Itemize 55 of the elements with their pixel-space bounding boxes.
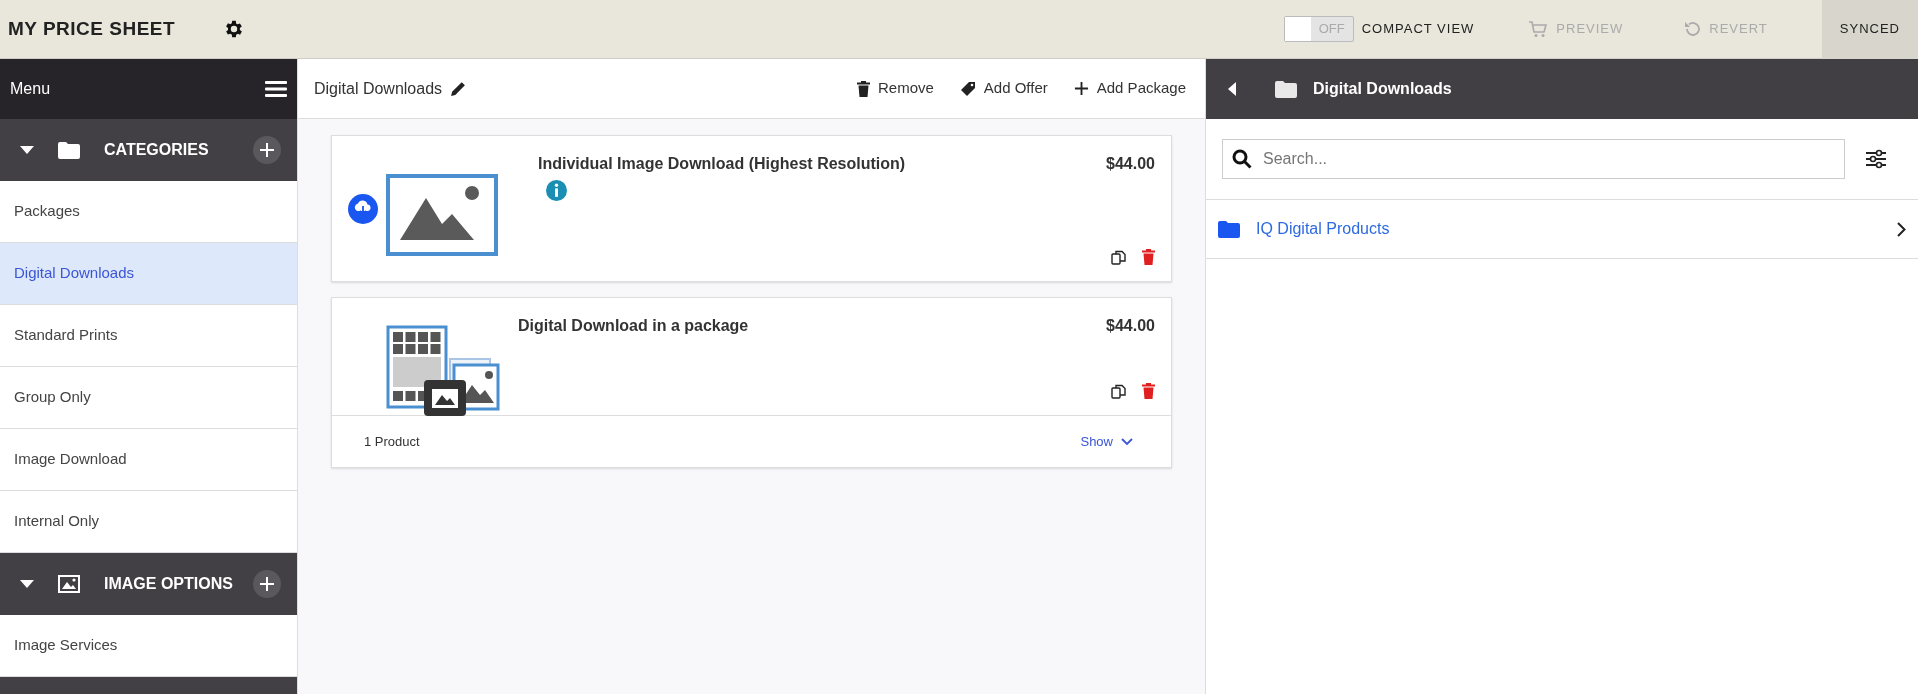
plus-icon	[259, 142, 275, 158]
caret-down-icon[interactable]	[20, 579, 34, 589]
trash-icon	[856, 80, 870, 97]
cart-icon	[1528, 20, 1549, 38]
folder-icon	[1218, 220, 1240, 238]
plus-icon	[259, 576, 275, 592]
product-name: Digital Download in a package	[518, 316, 750, 336]
copy-icon[interactable]	[1111, 383, 1126, 399]
add-button[interactable]	[253, 136, 281, 164]
pencil-icon[interactable]	[450, 80, 468, 97]
product-price: $44.00	[1106, 316, 1155, 336]
sidebar-item[interactable]: Group Only	[0, 367, 297, 429]
sidebar-item[interactable]: Image Services	[0, 615, 297, 677]
delete-icon[interactable]	[1142, 383, 1155, 399]
add-button[interactable]	[253, 570, 281, 598]
sidebar-item[interactable]: Standard Prints	[0, 305, 297, 367]
copy-icon[interactable]	[1111, 249, 1126, 265]
folder-row[interactable]: IQ Digital Products	[1206, 199, 1918, 259]
sidebar-title: Menu	[10, 79, 51, 99]
search-field[interactable]: Search...	[1222, 139, 1845, 179]
product-count: 1 Product	[364, 432, 420, 451]
search-icon	[1232, 149, 1252, 169]
category-title: Digital Downloads	[314, 78, 443, 99]
app-title: MY PRICE SHEET	[7, 16, 176, 41]
plus-icon	[1073, 81, 1089, 96]
remove-button[interactable]: Remove	[855, 76, 935, 101]
delete-icon[interactable]	[1142, 249, 1155, 265]
section-title: CATEGORIES	[104, 140, 210, 160]
filter-icon[interactable]	[1866, 149, 1886, 169]
sidebar-item[interactable]: Internal Only	[0, 491, 297, 553]
add-button[interactable]: Add Package	[1072, 76, 1187, 101]
chevron-down-icon	[1121, 437, 1133, 446]
show-button[interactable]: Show	[1074, 430, 1139, 453]
caret-down-icon[interactable]	[20, 145, 34, 155]
tag-icon	[959, 80, 976, 97]
image-placeholder-icon	[386, 173, 498, 256]
sidebar-item[interactable]: Digital Downloads	[0, 243, 297, 305]
image-icon	[58, 575, 80, 593]
product-price: $44.00	[1106, 154, 1155, 174]
offer-button[interactable]: Add Offer	[958, 76, 1049, 101]
toggle-label: COMPACT VIEW	[1361, 20, 1475, 39]
panel-title: Digital Downloads	[1313, 79, 1452, 99]
undo-icon	[1683, 20, 1702, 38]
folder-icon	[1275, 80, 1297, 98]
folder-icon	[58, 141, 80, 159]
info-icon	[546, 180, 567, 201]
section-title: IMAGE OPTIONS	[104, 574, 234, 594]
sidebar-item[interactable]: Image Download	[0, 429, 297, 491]
download-badge-icon	[348, 193, 378, 224]
sync-status: SYNCED	[1839, 20, 1900, 39]
sidebar-item[interactable]: Packages	[0, 181, 297, 243]
back-icon[interactable]	[1228, 82, 1237, 96]
product-name: Individual Image Download (Highest Resolution)	[538, 154, 907, 174]
menu-icon[interactable]	[265, 81, 287, 97]
chevron-right-icon[interactable]	[1897, 221, 1906, 237]
